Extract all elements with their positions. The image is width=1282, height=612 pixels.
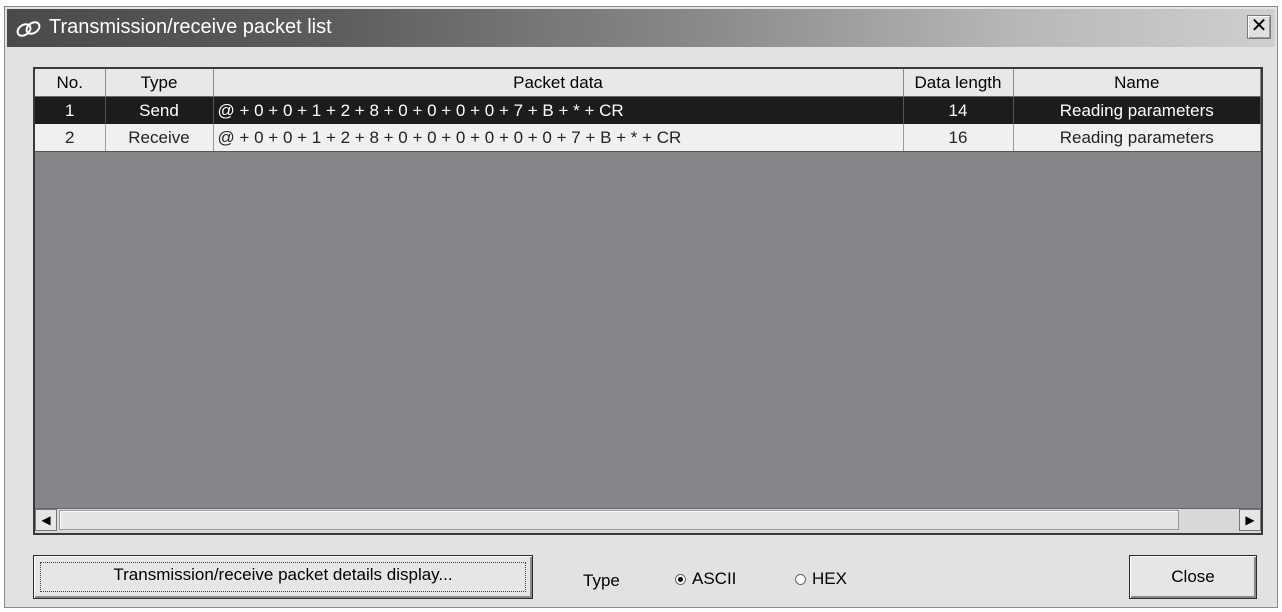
close-icon[interactable]: ✕ xyxy=(1247,15,1271,39)
cell-name: Reading parameters xyxy=(1013,96,1261,124)
packet-list-dialog: Transmission/receive packet list ✕ No. T… xyxy=(4,6,1278,608)
column-header-name[interactable]: Name xyxy=(1013,69,1261,97)
cell-no: 1 xyxy=(35,96,106,124)
cell-name: Reading parameters xyxy=(1013,124,1261,152)
scroll-left-icon[interactable]: ◀ xyxy=(35,509,57,531)
radio-hex[interactable]: HEX xyxy=(795,569,847,589)
radio-ascii-indicator[interactable] xyxy=(675,574,686,585)
cell-data-length: 16 xyxy=(903,124,1014,152)
scroll-right-icon[interactable]: ▶ xyxy=(1239,509,1261,531)
cell-type: Send xyxy=(105,96,214,124)
horizontal-scrollbar[interactable]: ◀ ▶ xyxy=(35,508,1261,533)
table-row[interactable]: 1 Send @ + 0 + 0 + 1 + 2 + 8 + 0 + 0 + 0… xyxy=(35,96,1261,124)
packet-details-button[interactable]: Transmission/receive packet details disp… xyxy=(33,555,533,599)
radio-ascii[interactable]: ASCII xyxy=(675,569,736,589)
scroll-thumb[interactable] xyxy=(59,510,1179,530)
radio-hex-label: HEX xyxy=(812,569,847,588)
cell-no: 2 xyxy=(35,124,106,152)
cell-packet-data: @ + 0 + 0 + 1 + 2 + 8 + 0 + 0 + 0 + 0 + … xyxy=(213,124,904,152)
column-header-packet-data[interactable]: Packet data xyxy=(213,69,904,97)
radio-ascii-label: ASCII xyxy=(692,569,737,588)
radio-hex-indicator[interactable] xyxy=(795,574,806,585)
cell-packet-data: @ + 0 + 0 + 1 + 2 + 8 + 0 + 0 + 0 + 0 + … xyxy=(213,96,904,124)
cell-data-length: 14 xyxy=(903,96,1014,124)
title-bar: Transmission/receive packet list ✕ xyxy=(7,9,1275,47)
focus-rectangle xyxy=(40,562,526,592)
column-header-type[interactable]: Type xyxy=(105,69,214,97)
close-button[interactable]: Close xyxy=(1129,555,1257,599)
cell-type: Receive xyxy=(105,124,214,152)
packet-list: No. Type Packet data Data length Name 1 … xyxy=(33,67,1263,535)
table-row[interactable]: 2 Receive @ + 0 + 0 + 1 + 2 + 8 + 0 + 0 … xyxy=(35,124,1261,152)
column-header-no[interactable]: No. xyxy=(35,69,106,97)
app-icon xyxy=(15,19,43,39)
window-title: Transmission/receive packet list xyxy=(49,16,332,38)
type-label: Type xyxy=(583,571,620,590)
column-header-data-length[interactable]: Data length xyxy=(903,69,1014,97)
